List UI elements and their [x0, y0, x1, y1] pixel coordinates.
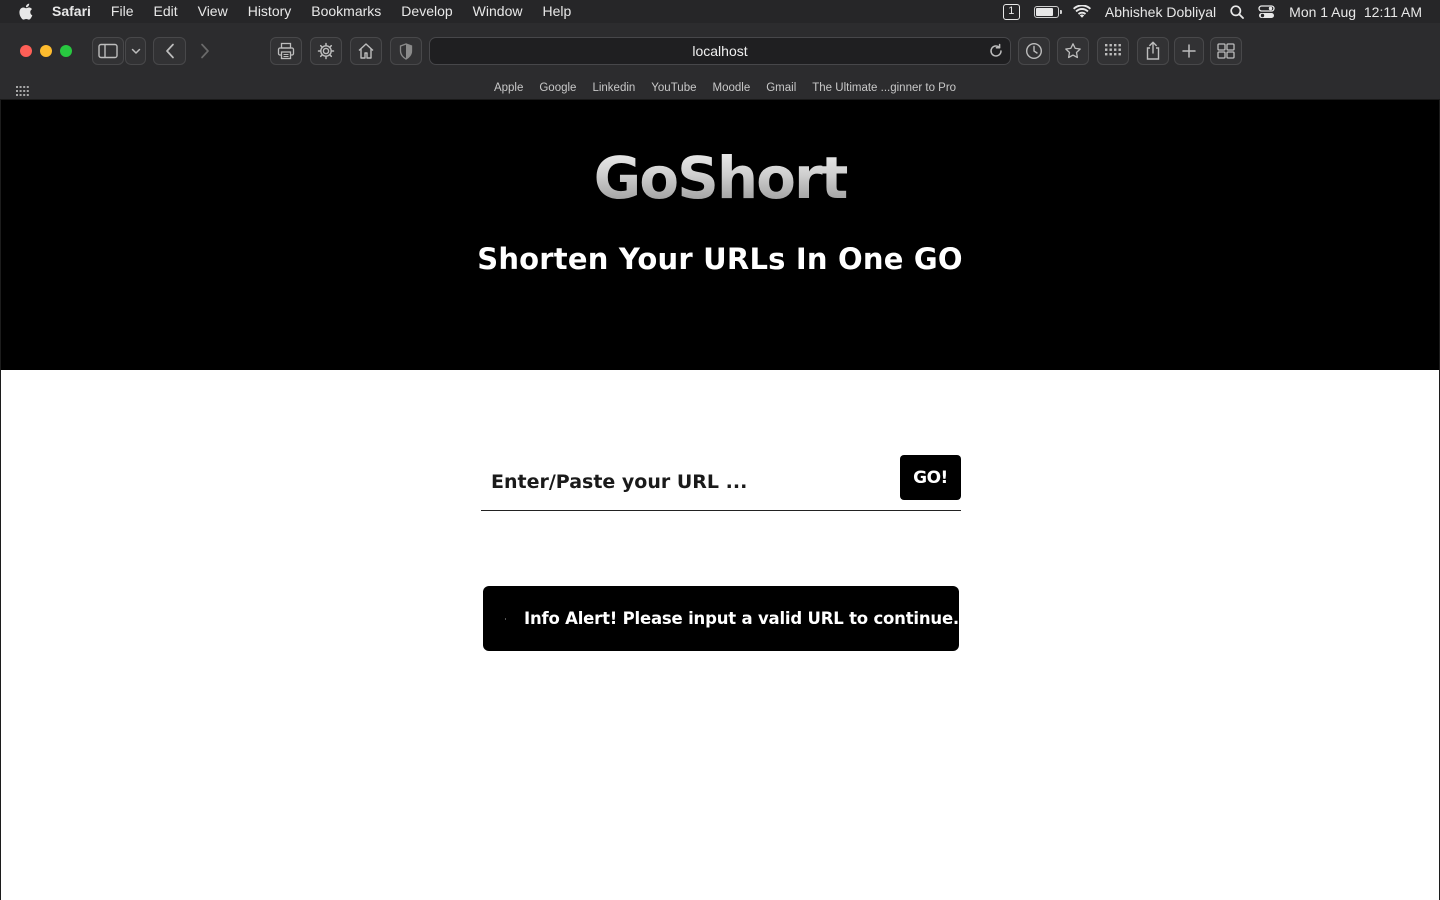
bookmarks-bar: Apple Google Linkedin YouTube Moodle Gma… [0, 77, 1440, 100]
menu-edit[interactable]: Edit [143, 0, 187, 23]
forward-button[interactable] [188, 37, 221, 65]
info-circle-icon [505, 618, 506, 619]
back-button[interactable] [153, 37, 186, 65]
menu-app-safari[interactable]: Safari [52, 0, 101, 23]
printer-icon [277, 42, 295, 60]
bookmark-youtube[interactable]: YouTube [643, 82, 704, 94]
share-icon [1146, 41, 1160, 60]
go-button[interactable]: GO! [900, 455, 961, 500]
sidebar-icon [98, 43, 118, 59]
home-button[interactable] [350, 37, 382, 65]
print-button[interactable] [270, 37, 302, 65]
tab-overview-button[interactable] [1210, 37, 1242, 65]
bookmark-star-button[interactable] [1057, 37, 1089, 65]
shorten-url-form: GO! [481, 455, 961, 511]
new-tab-button[interactable] [1174, 37, 1204, 65]
browser-toolbar: localhost [0, 23, 1440, 77]
address-url: localhost [692, 43, 748, 59]
web-page: GoShort Shorten Your URLs In One GO GO! … [0, 100, 1440, 900]
grid-dots-icon [1105, 44, 1121, 56]
bookmark-apple[interactable]: Apple [486, 82, 531, 94]
user-name[interactable]: Abhishek Dobliyal [1105, 4, 1216, 20]
apple-logo-icon[interactable] [18, 3, 36, 21]
battery-icon[interactable] [1033, 5, 1062, 18]
menu-bookmarks[interactable]: Bookmarks [301, 0, 391, 23]
reload-icon[interactable] [988, 43, 1004, 64]
clock-icon [1025, 42, 1043, 60]
share-button[interactable] [1137, 37, 1169, 65]
close-window-button[interactable] [20, 45, 32, 57]
url-input[interactable] [481, 455, 891, 509]
screen-number-badge[interactable]: 1 [1002, 3, 1020, 20]
zoom-window-button[interactable] [60, 45, 72, 57]
star-icon [1065, 43, 1081, 59]
spotlight-search-icon[interactable] [1230, 4, 1245, 19]
shield-icon [399, 42, 413, 60]
bookmark-google[interactable]: Google [531, 82, 584, 94]
clock-datetime[interactable]: Mon 1 Aug 12:11 AM [1289, 4, 1422, 20]
extensions-grid-button[interactable] [1097, 37, 1129, 65]
alert-message: Info Alert! Please input a valid URL to … [524, 609, 959, 628]
bookmark-ultimate-guide[interactable]: The Ultimate ...ginner to Pro [804, 82, 964, 94]
menu-help[interactable]: Help [532, 0, 581, 23]
hero-header: GoShort Shorten Your URLs In One GO [1, 100, 1439, 370]
address-bar[interactable]: localhost [429, 37, 1011, 65]
minimize-window-button[interactable] [40, 45, 52, 57]
privacy-report-button[interactable] [390, 37, 422, 65]
sidebar-toggle-button[interactable] [92, 37, 124, 65]
menu-history[interactable]: History [238, 0, 302, 23]
chevron-left-icon [165, 43, 174, 59]
menu-bar: Safari File Edit View History Bookmarks … [0, 0, 1440, 23]
chevron-down-icon [131, 48, 140, 54]
window-controls [20, 45, 72, 57]
bookmark-moodle[interactable]: Moodle [705, 82, 759, 94]
goshort-logo: GoShort [1, 144, 1439, 212]
page-tagline: Shorten Your URLs In One GO [477, 242, 963, 276]
history-button[interactable] [1018, 37, 1050, 65]
home-icon [358, 43, 374, 59]
menu-view[interactable]: View [188, 0, 238, 23]
chevron-right-icon [200, 43, 209, 59]
menu-window[interactable]: Window [463, 0, 533, 23]
bookmark-linkedin[interactable]: Linkedin [584, 82, 643, 94]
plus-icon [1182, 44, 1196, 58]
tab-overview-icon [1217, 43, 1235, 59]
menu-file[interactable]: File [101, 0, 144, 23]
bookmark-gmail[interactable]: Gmail [758, 82, 804, 94]
info-alert: Info Alert! Please input a valid URL to … [483, 586, 959, 651]
wifi-icon[interactable] [1072, 4, 1091, 19]
tab-group-dropdown-button[interactable] [125, 37, 146, 65]
gear-icon [317, 42, 335, 60]
settings-button[interactable] [310, 37, 342, 65]
control-center-icon[interactable] [1258, 4, 1275, 19]
menu-develop[interactable]: Develop [391, 0, 462, 23]
